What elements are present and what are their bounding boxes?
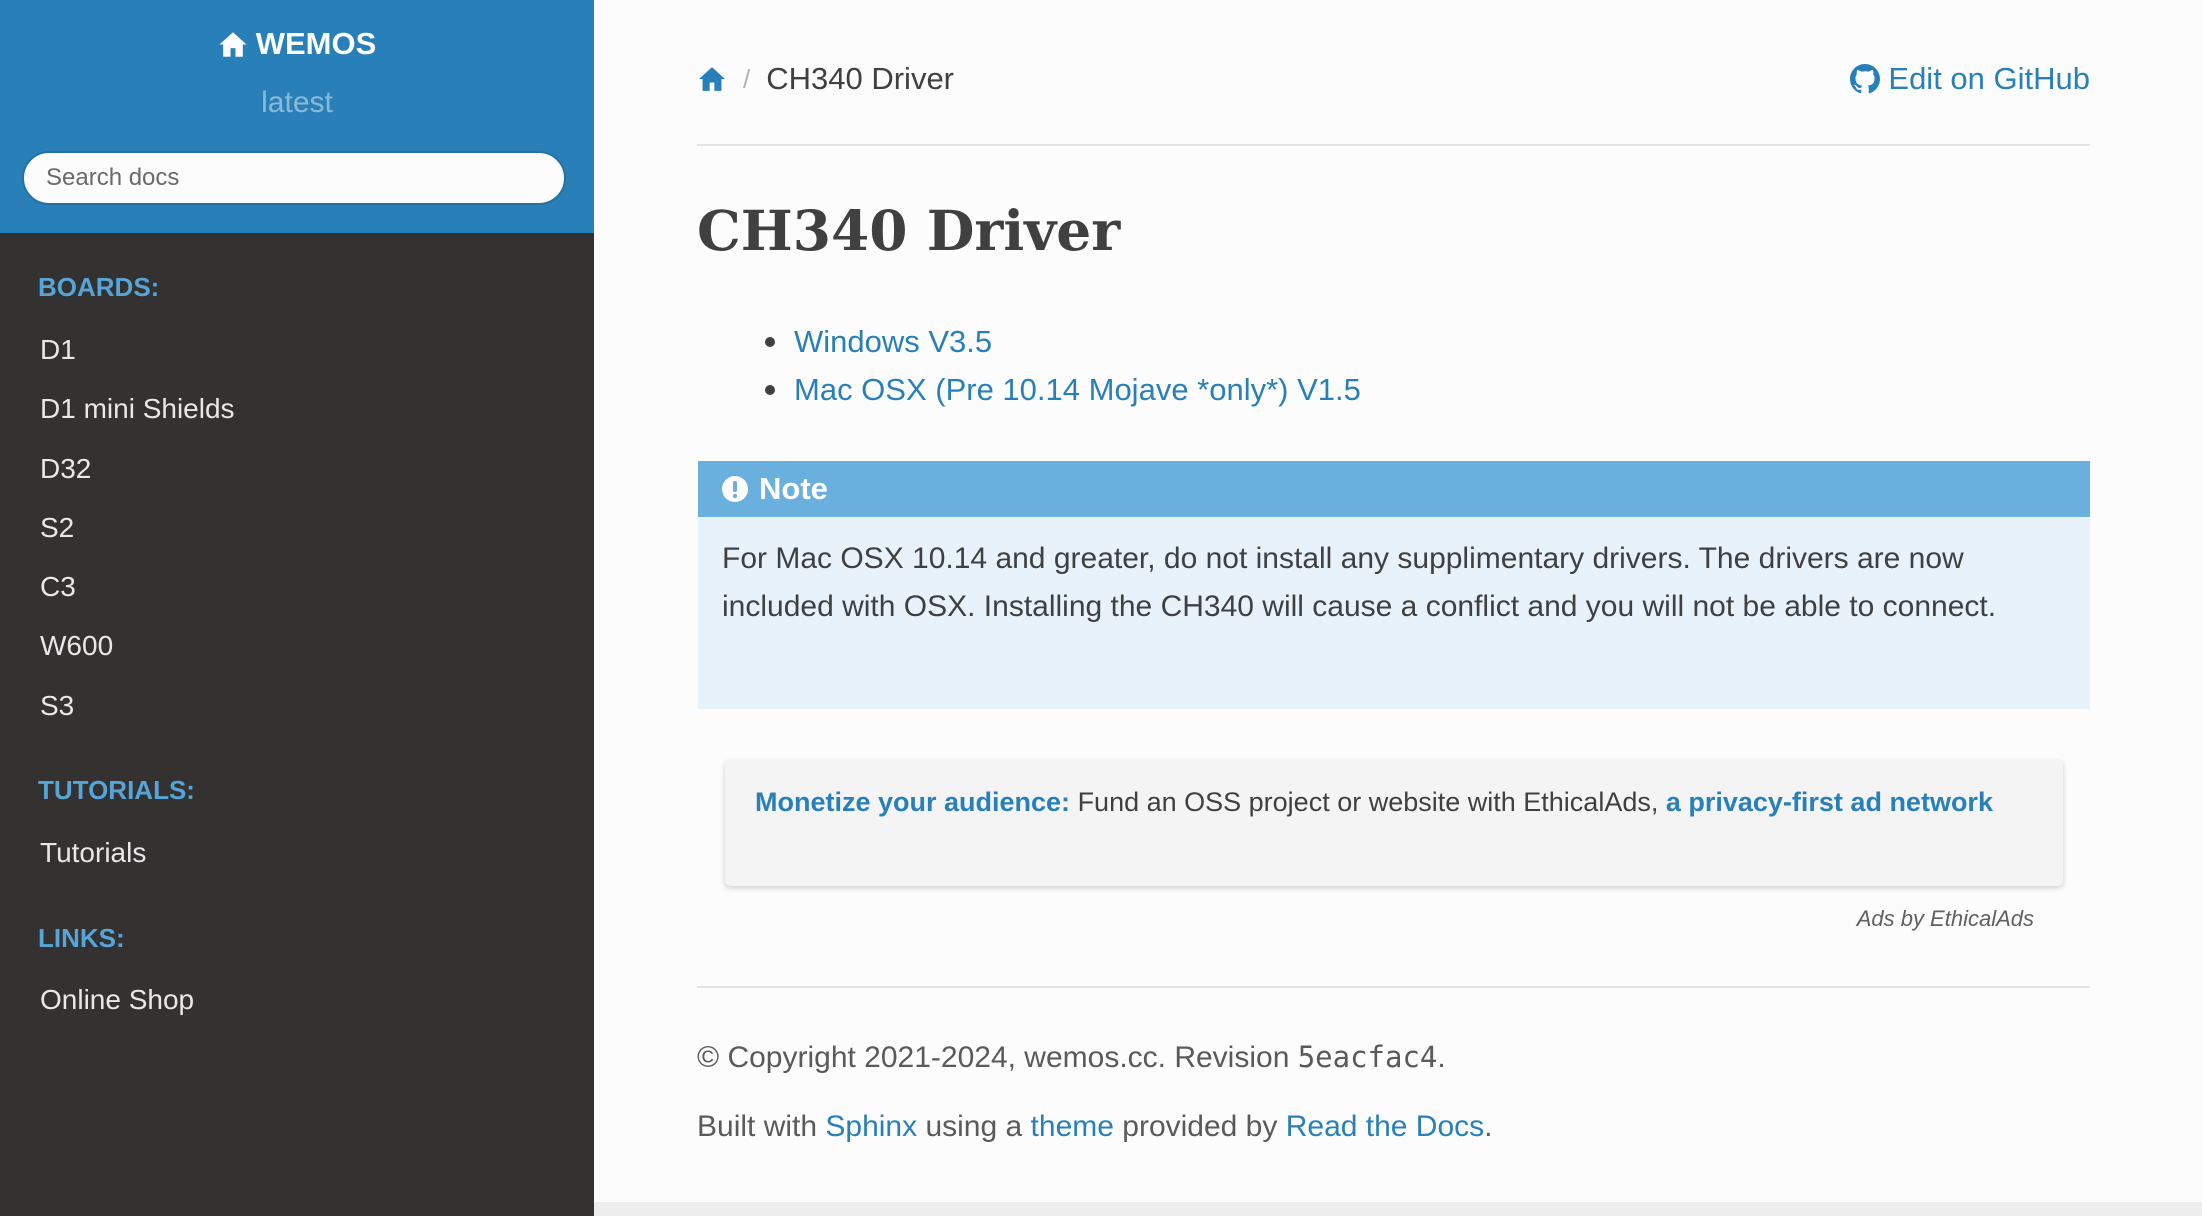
project-home-link[interactable]: WEMOS [0,26,594,62]
ad-privacy-link[interactable]: a privacy-first ad network [1666,787,1993,817]
header-divider [697,144,2090,146]
sidebar: WEMOS latest BOARDS: D1 D1 mini Shields … [0,0,594,1216]
bullet [765,385,775,395]
caption-boards: BOARDS: [38,272,160,302]
note-title-label: Note [759,471,828,506]
sidebar-item-s2[interactable]: S2 [40,512,74,544]
page-title: CH340 Driver [697,198,1121,263]
windows-driver-link[interactable]: Windows V3.5 [794,324,992,360]
exclamation-circle-icon [722,476,748,502]
built-using: using a [917,1110,1031,1143]
github-icon [1850,64,1881,94]
built-prefix: Built with [697,1110,826,1143]
ad-headline-link[interactable]: Monetize your audience: [755,787,1070,817]
sidebar-header: WEMOS latest [0,0,594,233]
built-with: Built with Sphinx using a theme provided… [697,1110,1493,1144]
list-item: Mac OSX (Pre 10.14 Mojave *only*) V1.5 [765,366,1361,414]
version-label: latest [261,86,333,119]
edit-on-github-link[interactable]: Edit on GitHub [1850,56,2090,102]
copyright-end: . [1437,1041,1446,1074]
copyright-text: © Copyright 2021-2024, wemos.cc. Revisio… [697,1041,1298,1074]
theme-link[interactable]: theme [1031,1110,1114,1143]
sidebar-item-d32[interactable]: D32 [40,453,91,485]
horizontal-scrollbar[interactable] [594,1202,2202,1216]
search-input[interactable] [22,151,566,205]
mac-driver-link[interactable]: Mac OSX (Pre 10.14 Mojave *only*) V1.5 [794,372,1361,408]
breadcrumb-home-link[interactable] [697,66,727,92]
ad-text: Fund an OSS project or website with Ethi… [1070,787,1666,817]
ads-by-ethicalads-link[interactable]: Ads by EthicalAds [1857,906,2034,932]
built-provided: provided by [1113,1110,1286,1143]
ethical-ad: Monetize your audience: Fund an OSS proj… [725,760,2063,886]
note-title: Note [698,461,2090,517]
read-the-docs-link[interactable]: Read the Docs [1286,1110,1484,1143]
sidebar-item-online-shop[interactable]: Online Shop [40,984,194,1016]
caption-tutorials: TUTORIALS: [38,775,195,805]
home-icon [219,31,247,57]
sidebar-item-d1-mini-shields[interactable]: D1 mini Shields [40,393,235,425]
built-end: . [1484,1110,1493,1143]
sidebar-item-w600[interactable]: W600 [40,630,113,662]
revision-hash: 5eacfac4 [1297,1040,1438,1074]
caption-links: LINKS: [38,923,125,953]
sidebar-item-c3[interactable]: C3 [40,571,76,603]
edit-on-github-label: Edit on GitHub [1888,61,2090,96]
note-body: For Mac OSX 10.14 and greater, do not in… [722,542,1997,623]
bullet [765,337,775,347]
breadcrumb: / CH340 Driver [697,56,954,102]
breadcrumb-separator: / [743,63,751,94]
download-links-list: Windows V3.5 Mac OSX (Pre 10.14 Mojave *… [765,318,1361,414]
project-name: WEMOS [255,26,377,61]
breadcrumb-current: CH340 Driver [766,61,955,96]
list-item: Windows V3.5 [765,318,1361,366]
sphinx-link[interactable]: Sphinx [825,1110,917,1143]
sidebar-item-d1[interactable]: D1 [40,334,76,366]
footer-divider [697,986,2090,988]
home-icon [699,67,725,91]
note-admonition: Note For Mac OSX 10.14 and greater, do n… [698,461,2090,709]
sidebar-item-tutorials[interactable]: Tutorials [40,837,146,869]
sidebar-item-s3[interactable]: S3 [40,690,74,722]
copyright: © Copyright 2021-2024, wemos.cc. Revisio… [697,1040,1446,1075]
